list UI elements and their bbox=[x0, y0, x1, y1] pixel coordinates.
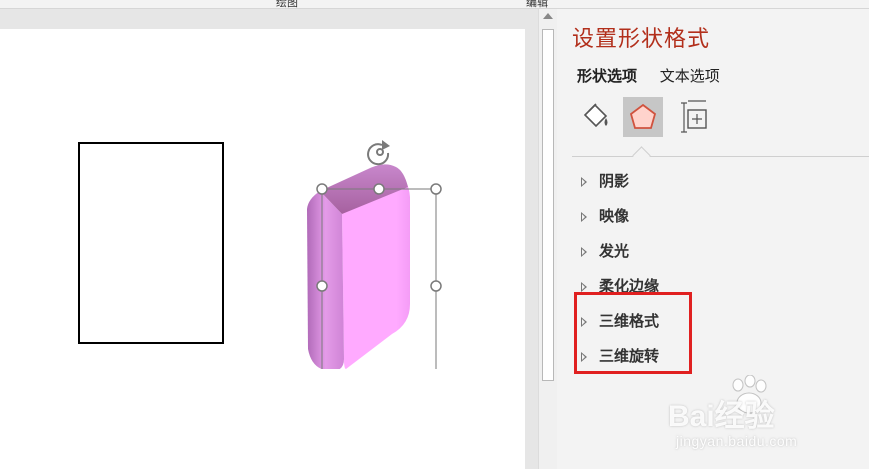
tab-shape-options[interactable]: 形状选项 bbox=[577, 65, 637, 86]
tab-text-options[interactable]: 文本选项 bbox=[660, 65, 720, 86]
resize-handle-top-left bbox=[316, 183, 328, 195]
effects-pentagon-icon[interactable] bbox=[623, 97, 663, 137]
resize-handle-top-right bbox=[430, 183, 442, 195]
annotation-highlight-box bbox=[574, 292, 692, 374]
section-label: 阴影 bbox=[599, 172, 630, 190]
vertical-scrollbar[interactable] bbox=[538, 9, 558, 469]
expand-triangle-icon bbox=[581, 282, 587, 292]
scroll-up-arrow-icon[interactable] bbox=[543, 13, 553, 19]
section-label: 映像 bbox=[599, 207, 630, 225]
watermark-url: jingyan.baidu.com bbox=[676, 433, 798, 449]
fill-line-icon[interactable] bbox=[575, 97, 615, 137]
rotate-handle-icon bbox=[367, 140, 390, 166]
resize-handle-left bbox=[316, 280, 328, 292]
rectangle-shape[interactable] bbox=[78, 142, 224, 344]
section-shadow[interactable]: 阴影 bbox=[577, 164, 857, 199]
section-label: 发光 bbox=[599, 242, 630, 260]
expand-triangle-icon bbox=[581, 247, 587, 257]
section-glow[interactable]: 发光 bbox=[577, 234, 857, 269]
expand-triangle-icon bbox=[581, 212, 587, 222]
watermark-logo-text: Bai经验 bbox=[668, 400, 775, 433]
size-properties-icon[interactable] bbox=[675, 97, 715, 137]
scroll-thumb[interactable] bbox=[542, 29, 554, 381]
pane-tabs: 形状选项 文本选项 bbox=[577, 65, 738, 86]
slide-canvas-area bbox=[0, 9, 538, 469]
section-reflection[interactable]: 映像 bbox=[577, 199, 857, 234]
pane-title: 设置形状格式 bbox=[572, 27, 711, 52]
tab-indicator-notch bbox=[632, 146, 651, 165]
baidu-jingyan-watermark: Bai经验 jingyan.baidu.com bbox=[668, 375, 868, 465]
ribbon-edge: 绘图 编辑 bbox=[0, 0, 869, 9]
resize-handle-right bbox=[430, 280, 442, 292]
slide[interactable] bbox=[0, 29, 525, 469]
expand-triangle-icon bbox=[581, 177, 587, 187]
resize-handle-top bbox=[373, 183, 385, 195]
pane-divider bbox=[572, 156, 869, 157]
3d-book-shape[interactable] bbox=[300, 119, 450, 369]
